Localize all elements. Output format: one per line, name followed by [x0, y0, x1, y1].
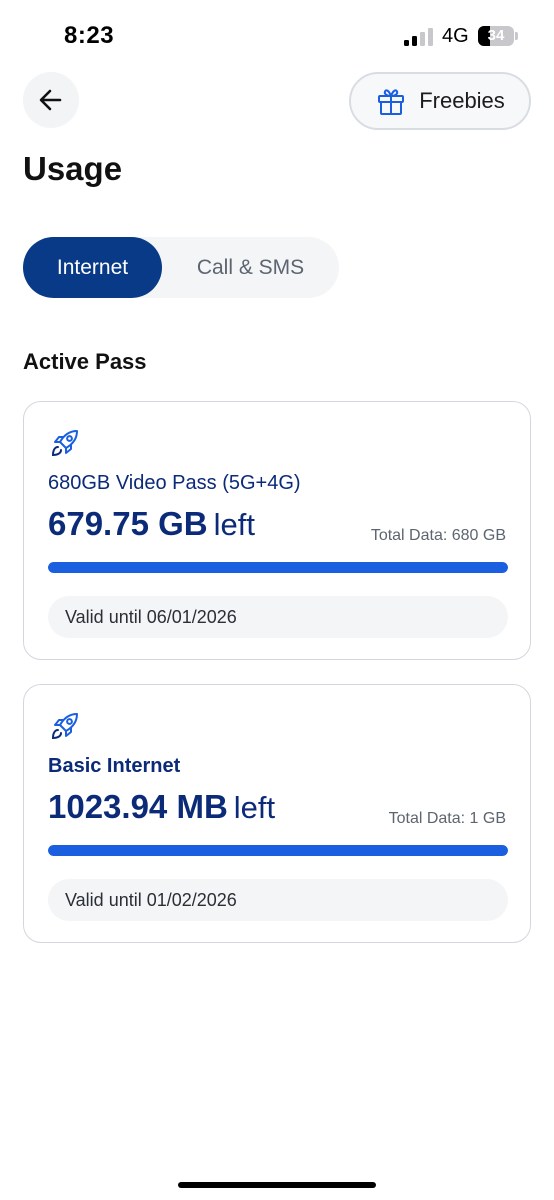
home-indicator	[178, 1182, 376, 1188]
remaining-suffix: left	[213, 507, 255, 542]
gift-icon	[378, 89, 405, 115]
rocket-icon	[51, 430, 78, 457]
pass-name: 680GB Video Pass (5G+4G)	[48, 472, 301, 494]
usage-screen: 8:23 4G 34 Freebies Usage Internet Call …	[0, 0, 554, 1200]
section-title-active-pass: Active Pass	[23, 349, 147, 374]
total-data: Total Data: 680 GB	[370, 527, 506, 544]
data-remaining: 1023.94 MB left	[48, 788, 275, 826]
back-button[interactable]	[23, 72, 79, 128]
usage-progress-bar	[48, 562, 508, 573]
pass-card[interactable]: 680GB Video Pass (5G+4G) 679.75 GB left T…	[23, 401, 531, 660]
data-remaining: 679.75 GB left	[48, 505, 255, 543]
tab-internet[interactable]: Internet	[23, 237, 162, 298]
network-type: 4G	[442, 25, 469, 47]
progress-fill	[48, 562, 508, 573]
pass-name: Basic Internet	[48, 755, 181, 777]
freebies-button[interactable]: Freebies	[349, 72, 531, 130]
remaining-value: 679.75 GB	[48, 505, 208, 542]
progress-fill	[48, 845, 508, 856]
remaining-suffix: left	[233, 790, 276, 825]
total-data: Total Data: 1 GB	[388, 810, 506, 827]
status-time: 8:23	[64, 22, 115, 49]
battery-level: 34	[487, 27, 505, 44]
rocket-icon	[51, 713, 78, 740]
remaining-value: 1023.94 MB	[48, 788, 228, 825]
valid-until: Valid until 06/01/2026	[48, 596, 508, 638]
usage-tabs: Internet Call & SMS	[23, 237, 339, 298]
battery-icon: 34	[478, 26, 518, 46]
freebies-label: Freebies	[419, 88, 505, 113]
signal-strength-icon	[404, 28, 433, 46]
pass-card[interactable]: Basic Internet 1023.94 MB left Total Data…	[23, 684, 531, 943]
valid-until: Valid until 01/02/2026	[48, 879, 508, 921]
usage-progress-bar	[48, 845, 508, 856]
tab-call-sms[interactable]: Call & SMS	[162, 237, 339, 298]
page-title: Usage	[23, 150, 123, 187]
status-bar: 8:23 4G 34	[0, 0, 554, 70]
arrow-left-icon	[39, 89, 62, 111]
